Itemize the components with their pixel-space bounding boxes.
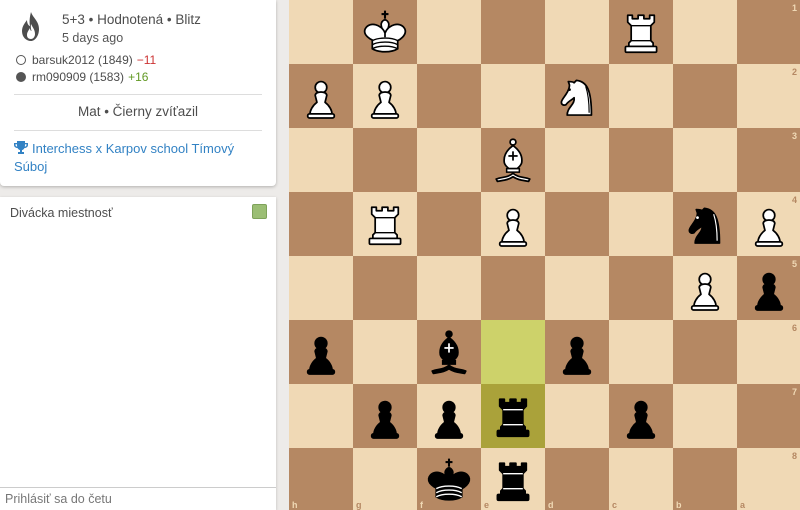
board-square[interactable] xyxy=(481,64,545,128)
black-pawn-icon[interactable] xyxy=(545,320,609,384)
white-pawn-icon[interactable] xyxy=(353,64,417,128)
board-square[interactable] xyxy=(737,448,800,510)
chat-room-title: Divácka miestnosť xyxy=(10,206,113,220)
board-square[interactable] xyxy=(353,128,417,192)
board-square[interactable] xyxy=(737,384,800,448)
board-square[interactable] xyxy=(737,0,800,64)
board-square[interactable] xyxy=(417,0,481,64)
board-square[interactable] xyxy=(545,384,609,448)
black-pawn-icon[interactable] xyxy=(289,320,353,384)
divider xyxy=(14,130,262,131)
board-square[interactable] xyxy=(545,128,609,192)
white-bishop-icon[interactable] xyxy=(481,128,545,192)
white-king-icon[interactable] xyxy=(353,0,417,64)
board-square[interactable] xyxy=(673,384,737,448)
board-square[interactable] xyxy=(289,128,353,192)
board-square[interactable] xyxy=(673,128,737,192)
board-square[interactable] xyxy=(289,0,353,64)
player-black-name[interactable]: rm090909 (1583) xyxy=(32,70,124,84)
board-square[interactable] xyxy=(737,64,800,128)
chat-input[interactable]: Prihlásiť sa do četu xyxy=(0,487,276,510)
board-square[interactable] xyxy=(673,0,737,64)
spectator-chat: Divácka miestnosť Prihlásiť sa do četu xyxy=(0,197,276,510)
black-bishop-icon[interactable] xyxy=(417,320,481,384)
black-pawn-icon[interactable] xyxy=(609,384,673,448)
board-square[interactable] xyxy=(481,256,545,320)
white-knight-icon[interactable] xyxy=(545,64,609,128)
chess-board[interactable]: 12345678hgfedcba xyxy=(289,0,800,510)
rank-label: 3 xyxy=(792,131,798,141)
white-color-icon xyxy=(16,55,26,65)
file-label: d xyxy=(548,500,554,510)
white-rook-icon[interactable] xyxy=(609,0,673,64)
rank-label: 7 xyxy=(792,387,798,397)
board-square[interactable] xyxy=(289,256,353,320)
board-square[interactable] xyxy=(673,320,737,384)
rank-label: 2 xyxy=(792,67,798,77)
white-rook-icon[interactable] xyxy=(353,192,417,256)
player-white-name[interactable]: barsuk2012 (1849) xyxy=(32,53,133,67)
board-square[interactable] xyxy=(353,256,417,320)
trophy-icon xyxy=(14,141,28,154)
file-label: g xyxy=(356,500,362,510)
player-white[interactable]: barsuk2012 (1849) −11 xyxy=(16,53,156,67)
game-info-card: 5+3 • Hodnotená • Blitz 5 days ago barsu… xyxy=(0,0,276,186)
file-label: h xyxy=(292,500,298,510)
game-time-ago: 5 days ago xyxy=(62,31,124,45)
board-square[interactable] xyxy=(609,320,673,384)
white-pawn-icon[interactable] xyxy=(289,64,353,128)
board-square[interactable] xyxy=(673,448,737,510)
rank-label: 6 xyxy=(792,323,798,333)
black-pawn-icon[interactable] xyxy=(353,384,417,448)
white-pawn-icon[interactable] xyxy=(673,256,737,320)
board-square[interactable] xyxy=(673,64,737,128)
chat-toggle-checkbox[interactable] xyxy=(252,204,267,219)
board-square[interactable] xyxy=(609,256,673,320)
board-square[interactable] xyxy=(353,320,417,384)
board-square[interactable] xyxy=(417,64,481,128)
player-black[interactable]: rm090909 (1583) +16 xyxy=(16,70,148,84)
file-label: b xyxy=(676,500,682,510)
white-pawn-icon[interactable] xyxy=(481,192,545,256)
board-square[interactable] xyxy=(417,128,481,192)
board-square[interactable] xyxy=(545,448,609,510)
board-square[interactable] xyxy=(289,192,353,256)
board-square[interactable] xyxy=(737,128,800,192)
game-result: Mat • Čierny zvíťazil xyxy=(77,104,199,119)
board-square[interactable] xyxy=(481,0,545,64)
black-rook-icon[interactable] xyxy=(481,384,545,448)
board-square[interactable] xyxy=(609,192,673,256)
tournament-name[interactable]: Interchess x Karpov school Tímový Súboj xyxy=(14,141,234,174)
blitz-flame-icon xyxy=(22,12,39,41)
board-square[interactable] xyxy=(609,128,673,192)
board-square[interactable] xyxy=(737,320,800,384)
board-square[interactable] xyxy=(353,448,417,510)
board-square[interactable] xyxy=(417,192,481,256)
black-pawn-icon[interactable] xyxy=(737,256,800,320)
white-pawn-icon[interactable] xyxy=(737,192,800,256)
tournament-link[interactable]: Interchess x Karpov school Tímový Súboj xyxy=(14,140,264,176)
board-square[interactable] xyxy=(545,192,609,256)
file-label: a xyxy=(740,500,746,510)
board-square[interactable] xyxy=(609,448,673,510)
black-color-icon xyxy=(16,72,26,82)
rank-label: 1 xyxy=(792,3,798,13)
black-rook-icon[interactable] xyxy=(481,448,545,510)
board-square[interactable] xyxy=(289,448,353,510)
board-square[interactable] xyxy=(289,384,353,448)
file-label: c xyxy=(612,500,618,510)
board-square[interactable] xyxy=(481,320,545,384)
board-square[interactable] xyxy=(545,0,609,64)
board-square[interactable] xyxy=(609,64,673,128)
black-pawn-icon[interactable] xyxy=(417,384,481,448)
game-title: 5+3 • Hodnotená • Blitz xyxy=(62,12,201,27)
black-knight-icon[interactable] xyxy=(673,192,737,256)
board-square[interactable] xyxy=(545,256,609,320)
player-black-rating-change: +16 xyxy=(128,70,149,84)
rank-label: 8 xyxy=(792,451,798,461)
black-king-icon[interactable] xyxy=(417,448,481,510)
board-square[interactable] xyxy=(417,256,481,320)
divider xyxy=(14,94,262,95)
player-white-rating-change: −11 xyxy=(136,53,157,67)
